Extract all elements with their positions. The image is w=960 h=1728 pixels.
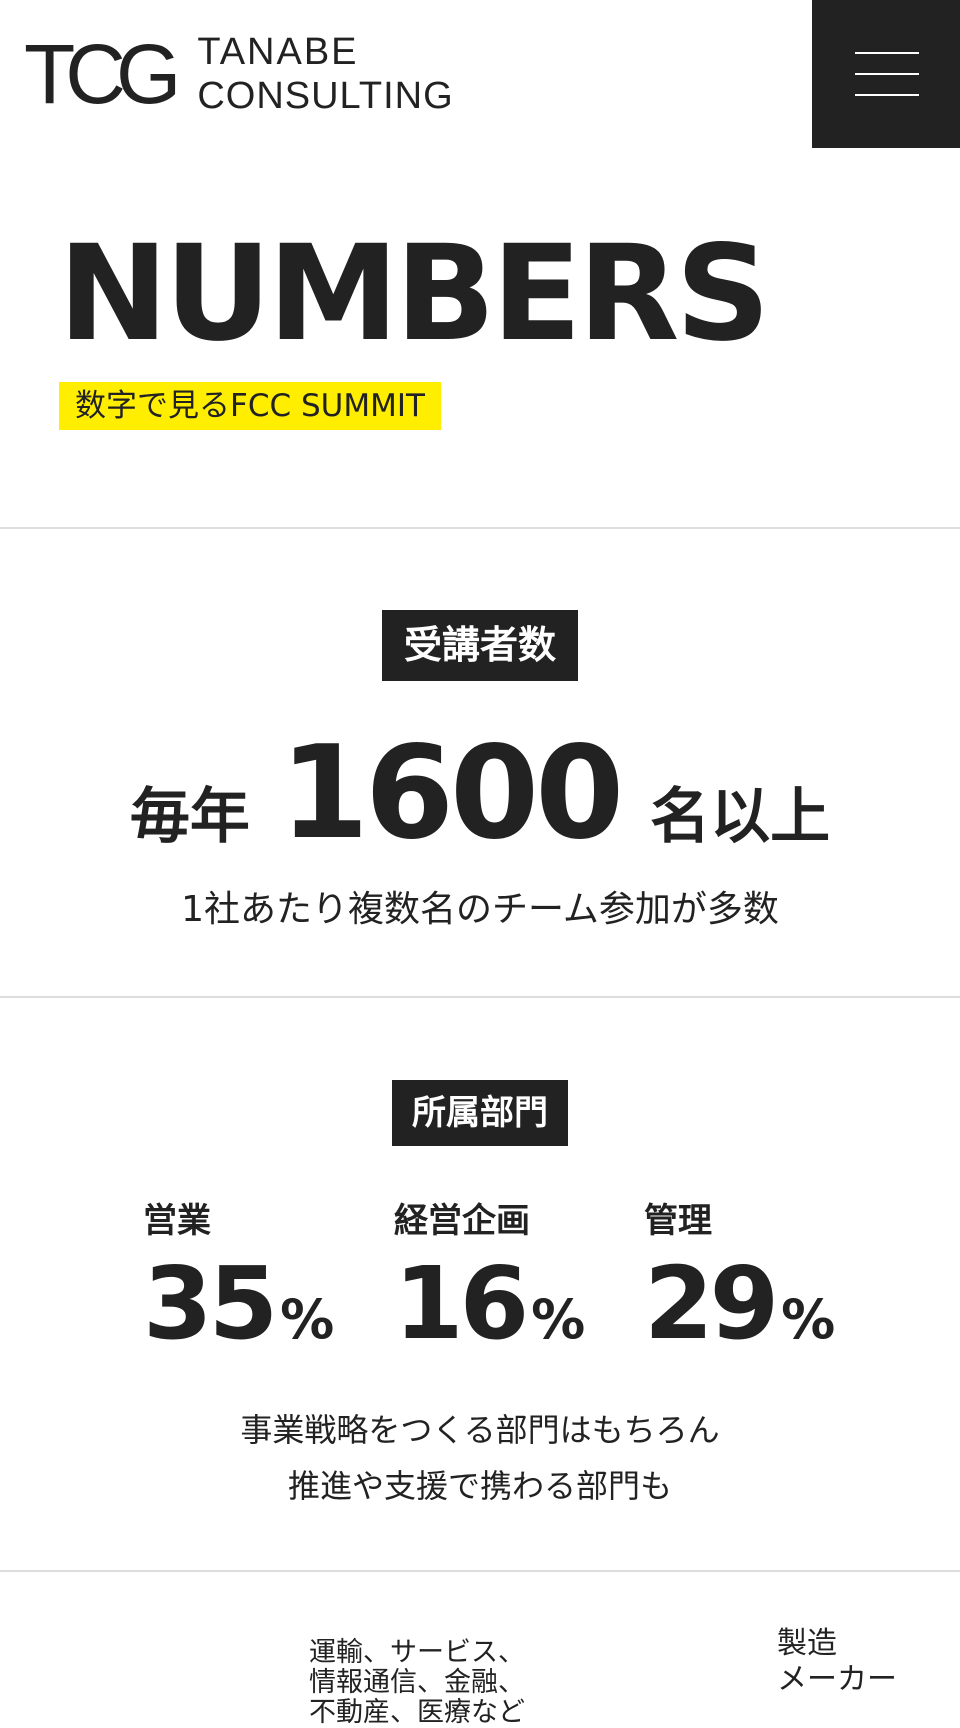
attendee-count-row: 毎年 1600 名以上 (0, 730, 960, 858)
department-sales: 営業 35 % (143, 1204, 383, 1354)
industry-other-line-2: 情報通信、金融、 (309, 1667, 525, 1698)
departments-label: 所属部門 (392, 1080, 568, 1146)
logo-line-2: CONSULTING (197, 75, 454, 117)
attendee-unit: 名以上 (650, 782, 831, 852)
page-title: NUMBERS (58, 217, 771, 371)
industry-manufacturing-label: 製造 メーカー (777, 1626, 897, 1698)
department-value: 35 (143, 1245, 278, 1362)
department-value: 16 (394, 1245, 529, 1362)
departments-note-line-1: 事業戦略をつくる部門はもちろん (240, 1411, 720, 1449)
department-name: 管理 (644, 1201, 712, 1241)
numbers-title-section: NUMBERS 数字で見るFCC SUMMIT (0, 148, 960, 528)
industry-other-line-1: 運輸、サービス、 (309, 1637, 525, 1668)
department-management: 管理 29 % (644, 1204, 884, 1354)
department-name: 営業 (143, 1201, 211, 1241)
department-unit: % (280, 1288, 335, 1351)
department-planning: 経営企画 16 % (394, 1204, 634, 1354)
attendee-prefix: 毎年 (129, 782, 250, 852)
page-subtitle: 数字で見るFCC SUMMIT (59, 382, 441, 430)
department-unit: % (531, 1288, 586, 1351)
department-value: 29 (644, 1245, 779, 1362)
department-name: 経営企画 (394, 1201, 530, 1241)
department-unit: % (781, 1288, 836, 1351)
logo-line-1: TANABE (197, 31, 359, 73)
industry-other-label: 運輸、サービス、 情報通信、金融、 不動産、医療など (309, 1638, 525, 1728)
attendee-count: 1600 (279, 719, 624, 868)
attendee-note: 1社あたり複数名のチーム参加が多数 (181, 889, 779, 930)
departments-note-line-2: 推進や支援で携わる部門も (287, 1467, 672, 1505)
logo-mark: TCG (24, 27, 181, 121)
tcg-logo[interactable]: TCG TANABE CONSULTING (24, 27, 454, 121)
section-divider (0, 527, 960, 529)
attendees-label: 受講者数 (382, 610, 578, 681)
industry-other-line-3: 不動産、医療など (309, 1697, 525, 1728)
section-divider (0, 996, 960, 998)
site-header: TCG TANABE CONSULTING (0, 0, 960, 148)
industry-manufacturing-line-2: メーカー (777, 1662, 897, 1697)
departments-note: 事業戦略をつくる部門はもちろん 推進や支援で携わる部門も (0, 1402, 960, 1514)
industry-manufacturing-line-1: 製造 (777, 1626, 837, 1661)
section-divider (0, 1570, 960, 1572)
logo-wordmark: TANABE CONSULTING (197, 33, 453, 115)
hamburger-menu-button[interactable] (812, 0, 960, 148)
